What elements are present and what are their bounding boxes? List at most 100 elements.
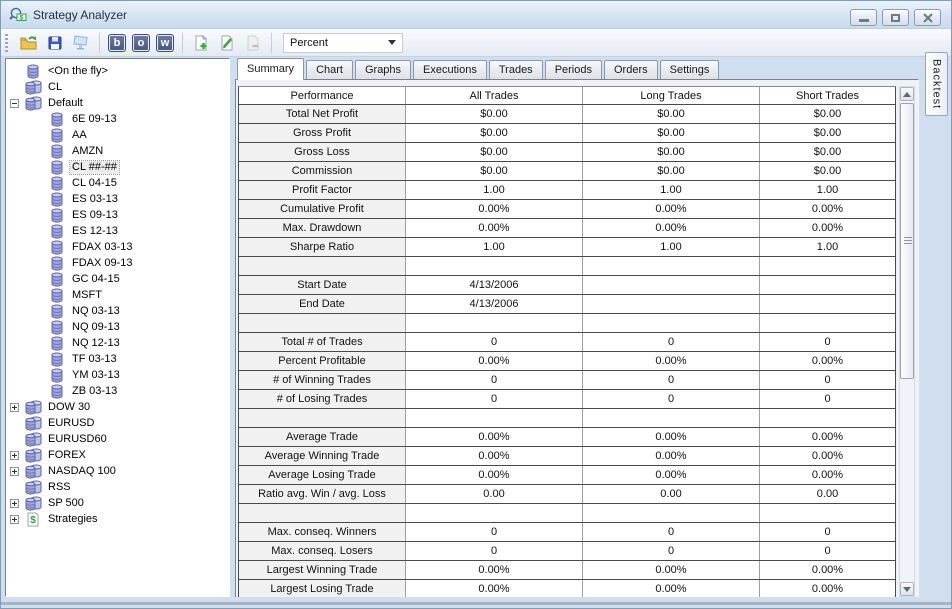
tab-settings[interactable]: Settings (659, 60, 720, 79)
database-group-icon (24, 464, 42, 479)
tree-indent (9, 466, 20, 476)
tree-item-aa[interactable]: AA (6, 127, 229, 143)
tree-item-nasdaq-100[interactable]: NASDAQ 100 (6, 463, 229, 479)
row-value (583, 314, 760, 332)
tree-item-label: <On the fly> (48, 64, 108, 77)
orders-button[interactable]: o (132, 33, 150, 52)
row-value: 4/13/2006 (406, 295, 583, 313)
row-value (406, 257, 583, 275)
scrollbar-thumb[interactable] (900, 103, 914, 379)
tree-item-zb-03-13[interactable]: ZB 03-13 (6, 383, 229, 399)
tree-item-label: NASDAQ 100 (48, 464, 116, 477)
table-row-average-losing-trade: Average Losing Trade 0.00% 0.00% 0.00% (239, 466, 896, 485)
tree-item-ym-03-13[interactable]: YM 03-13 (6, 367, 229, 383)
row-value: $0.00 (760, 124, 896, 142)
expand-plus-icon[interactable] (10, 450, 19, 460)
tree-item-on-the-fly[interactable]: <On the fly> (6, 63, 229, 79)
row-value: 1.00 (760, 181, 896, 199)
tree-item-nq-12-13[interactable]: NQ 12-13 (6, 335, 229, 351)
row-value: 0.00% (406, 219, 583, 237)
tree-item-msft[interactable]: MSFT (6, 287, 229, 303)
minimize-button[interactable] (850, 9, 877, 26)
expand-plus-icon[interactable] (10, 466, 19, 476)
tab-executions[interactable]: Executions (413, 60, 487, 79)
add-button[interactable] (190, 32, 212, 54)
strategy-analyzer-window: { "window": { "title": "Strategy Analyze… (0, 0, 952, 609)
tree-item-default[interactable]: Default (6, 95, 229, 111)
expand-plus-icon[interactable] (10, 498, 19, 508)
maximize-button[interactable] (882, 9, 909, 26)
row-value: 0.00% (406, 428, 583, 446)
tree-item-fdax-09-13[interactable]: FDAX 09-13 (6, 255, 229, 271)
row-label: Average Winning Trade (239, 447, 406, 465)
tree-item-sp-500[interactable]: SP 500 (6, 495, 229, 511)
bars-button[interactable]: b (108, 33, 126, 52)
scroll-up-button[interactable] (900, 87, 914, 101)
tree-item-nq-03-13[interactable]: NQ 03-13 (6, 303, 229, 319)
display-mode-select[interactable]: Percent (283, 32, 403, 53)
window-title: Strategy Analyzer (33, 7, 128, 22)
tree-item-eurusd[interactable]: EURUSD (6, 415, 229, 431)
tree-item-fdax-03-13[interactable]: FDAX 03-13 (6, 239, 229, 255)
table-row-average-trade: Average Trade 0.00% 0.00% 0.00% (239, 428, 896, 447)
tree-item-cl[interactable]: CL (6, 79, 229, 95)
tree-item-label: SP 500 (48, 496, 84, 509)
pencil-document-icon (221, 35, 233, 50)
tree-item-rss[interactable]: RSS (6, 479, 229, 495)
tab-orders[interactable]: Orders (603, 60, 658, 79)
row-label (239, 504, 406, 522)
row-label: Percent Profitable (239, 352, 406, 370)
tree-item-6e-09-13[interactable]: 6E 09-13 (6, 111, 229, 127)
tab-backtest[interactable]: Backtest (925, 52, 948, 116)
open-button[interactable] (18, 32, 40, 54)
tree-item-eurusd60[interactable]: EURUSD60 (6, 431, 229, 447)
tree-item-strategies[interactable]: $ Strategies (6, 511, 229, 527)
vertical-scrollbar[interactable] (899, 86, 915, 597)
scroll-down-button[interactable] (900, 582, 914, 596)
save-button[interactable] (44, 32, 66, 54)
expand-plus-icon[interactable] (10, 514, 19, 524)
tree-item-gc-04-15[interactable]: GC 04-15 (6, 271, 229, 287)
row-value: 0 (583, 523, 760, 541)
tree-item-nq-09-13[interactable]: NQ 09-13 (6, 319, 229, 335)
display-button[interactable] (70, 32, 92, 54)
row-value: 0 (760, 371, 896, 389)
tree-item-es-12-13[interactable]: ES 12-13 (6, 223, 229, 239)
tree-indent (9, 514, 20, 524)
tree-item-cl-04-15[interactable]: CL 04-15 (6, 175, 229, 191)
tab-chart[interactable]: Chart (306, 60, 353, 79)
tree-item-label: NQ 09-13 (72, 320, 120, 333)
toolbar-grip[interactable] (5, 33, 8, 52)
tab-periods[interactable]: Periods (544, 60, 602, 79)
tree-item-forex[interactable]: FOREX (6, 447, 229, 463)
close-button[interactable] (914, 9, 941, 26)
row-label (239, 409, 406, 427)
row-value: 0.00% (760, 352, 896, 370)
workspace-button[interactable]: w (156, 33, 174, 52)
tree-item-dow-30[interactable]: DOW 30 (6, 399, 229, 415)
collapse-minus-icon[interactable] (10, 98, 19, 108)
expand-plus-icon[interactable] (10, 402, 19, 412)
row-value: $0.00 (760, 162, 896, 180)
edit-button[interactable] (216, 32, 238, 54)
tree-item-label: DOW 30 (48, 400, 91, 413)
row-value (760, 257, 896, 275)
tree-item-es-09-13[interactable]: ES 09-13 (6, 207, 229, 223)
window-resize-edge[interactable] (1, 602, 951, 605)
tab-graphs[interactable]: Graphs (354, 60, 412, 79)
tree-item-label: 6E 09-13 (72, 112, 117, 125)
tab-trades[interactable]: Trades (488, 60, 543, 79)
database-icon (48, 368, 66, 383)
tree-item-label: RSS (48, 480, 71, 493)
row-value (406, 314, 583, 332)
tree-item-amzn[interactable]: AMZN (6, 143, 229, 159)
database-icon (48, 288, 66, 303)
row-value: 0.00% (406, 466, 583, 484)
row-value: 1.00 (583, 181, 760, 199)
close-icon (922, 12, 933, 23)
tree-item-tf-03-13[interactable]: TF 03-13 (6, 351, 229, 367)
tree-item-es-03-13[interactable]: ES 03-13 (6, 191, 229, 207)
tab-summary[interactable]: Summary (237, 58, 305, 80)
tree-item-cl[interactable]: CL ##-## (6, 159, 229, 175)
table-row-max-conseq-losers: Max. conseq. Losers 0 0 0 (239, 542, 896, 561)
